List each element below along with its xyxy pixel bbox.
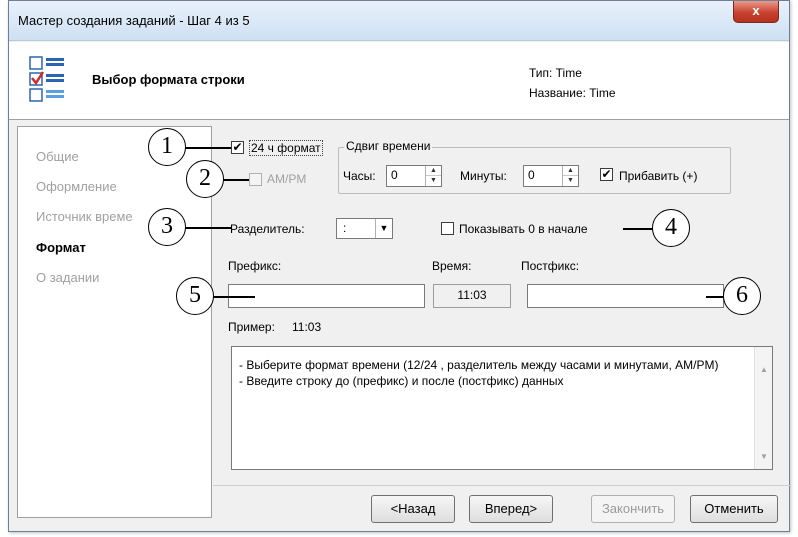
- callout-3: 3: [148, 208, 186, 246]
- chevron-down-icon[interactable]: ▼: [375, 219, 392, 238]
- ampm-label: AM/PM: [267, 172, 307, 186]
- format24-checkbox[interactable]: ✔: [231, 141, 244, 154]
- separator-value: :: [343, 221, 347, 235]
- back-button[interactable]: <Назад: [371, 495, 455, 523]
- task-name: Название: Time: [529, 86, 616, 100]
- hint-text: - Выберите формат времени (12/24 , разде…: [239, 358, 719, 388]
- minutes-up-icon[interactable]: ▲: [563, 166, 578, 176]
- callout-3-leader: [185, 227, 231, 229]
- wizard-steps-sidebar: Общие Оформление Источник време Формат О…: [17, 126, 212, 518]
- example-label: Пример:: [228, 320, 275, 334]
- task-meta: Тип: Time Название: Time: [529, 63, 616, 103]
- minutes-value: 0: [528, 168, 535, 182]
- hours-value: 0: [391, 168, 398, 182]
- time-label: Время:: [432, 259, 472, 273]
- minutes-down-icon[interactable]: ▼: [563, 176, 578, 186]
- separator-label: Разделитель:: [230, 222, 305, 236]
- callout-1-leader: [185, 147, 231, 149]
- add-checkbox[interactable]: ✔: [600, 168, 613, 181]
- hint-memo[interactable]: - Выберите формат времени (12/24 , разде…: [231, 346, 773, 470]
- hint-scrollbar[interactable]: ▲ ▼: [754, 347, 772, 469]
- postfix-label: Постфикс:: [521, 259, 580, 273]
- add-label: Прибавить (+): [619, 169, 698, 183]
- next-button[interactable]: Вперед>: [469, 495, 553, 523]
- format24-label: 24 ч формат: [249, 140, 323, 156]
- callout-6: 6: [723, 277, 761, 315]
- footer-divider: [213, 485, 791, 486]
- sidebar-item-source[interactable]: Источник време: [36, 209, 133, 224]
- step-title: Выбор формата строки: [92, 72, 245, 87]
- hours-spinner[interactable]: 0 ▲ ▼: [386, 165, 442, 187]
- hours-label: Часы:: [343, 169, 376, 183]
- hours-down-icon[interactable]: ▼: [426, 176, 441, 186]
- prefix-label: Префикс:: [228, 259, 282, 273]
- finish-button[interactable]: Закончить: [591, 495, 675, 523]
- close-button[interactable]: x: [733, 1, 779, 23]
- callout-5-leader: [209, 296, 255, 298]
- prefix-input[interactable]: [228, 284, 425, 308]
- postfix-input[interactable]: [527, 284, 724, 308]
- separator-dropdown[interactable]: : ▼: [336, 218, 393, 239]
- scroll-down-icon[interactable]: ▼: [755, 452, 773, 461]
- callout-2: 2: [186, 160, 224, 198]
- title-bar: Мастер создания заданий - Шаг 4 из 5 x: [9, 1, 789, 41]
- minutes-spinner[interactable]: 0 ▲ ▼: [523, 165, 579, 187]
- hours-up-icon[interactable]: ▲: [426, 166, 441, 176]
- wizard-list-icon: [29, 56, 64, 102]
- callout-1: 1: [148, 128, 186, 166]
- leading-zero-checkbox[interactable]: [441, 222, 454, 235]
- cancel-button[interactable]: Отменить: [690, 495, 778, 523]
- close-icon: x: [752, 3, 760, 18]
- task-type: Тип: Time: [529, 66, 582, 80]
- wizard-header: Выбор формата строки Тип: Time Название:…: [9, 42, 789, 120]
- window-title: Мастер создания заданий - Шаг 4 из 5: [18, 13, 250, 28]
- scroll-up-icon[interactable]: ▲: [755, 365, 773, 374]
- sidebar-item-general[interactable]: Общие: [36, 149, 79, 164]
- sidebar-item-about[interactable]: О задании: [36, 270, 99, 285]
- callout-5: 5: [176, 277, 214, 315]
- callout-4: 4: [652, 209, 690, 247]
- sidebar-item-format[interactable]: Формат: [36, 240, 86, 255]
- wizard-window: Мастер создания заданий - Шаг 4 из 5 x В…: [8, 0, 791, 532]
- sidebar-item-design[interactable]: Оформление: [36, 179, 117, 194]
- time-preview-field: 11:03: [433, 284, 511, 308]
- ampm-checkbox[interactable]: [249, 173, 262, 186]
- example-value: 11:03: [292, 320, 322, 334]
- callout-2-leader: [223, 179, 249, 181]
- minutes-label: Минуты:: [460, 169, 507, 183]
- leading-zero-label: Показывать 0 в начале: [459, 222, 588, 236]
- time-shift-legend: Сдвиг времени: [344, 139, 433, 153]
